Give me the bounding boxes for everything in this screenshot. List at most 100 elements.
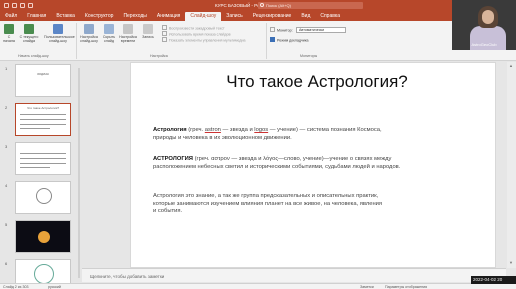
tab-3[interactable]: Вставка [51,12,80,21]
hide-slide-icon [104,24,114,34]
tab-5[interactable]: Переходы [118,12,151,21]
search-input[interactable]: Поиск (Alt+Q) [258,2,363,9]
group-label-start: Начать слайд-шоу [18,54,49,58]
p1-text-c: — учение) — система познания Космоса, [268,127,382,133]
thumbnails-scrollbar[interactable] [78,68,80,278]
custom-show-label: Пользовательское слайд-шоу [44,35,75,43]
language-indicator[interactable]: русский [48,285,61,289]
thumbnail-text-line [20,167,50,168]
monitor-label: Монитор: [270,27,293,34]
divider [266,23,267,59]
editor-scrollbar[interactable]: ▲ ▼ [507,62,516,268]
record-label: Запись [142,35,154,39]
ribbon: С начала С текущего слайда Пользовательс… [0,21,516,61]
slide-thumbnail[interactable]: Что такое Астрология? [15,103,71,136]
p3-line-1: Астрология это знание, а так же группа п… [153,193,379,199]
p2-text: (греч. αστρον — звезда и λόγος—слово, уч… [192,156,392,162]
tab-4[interactable]: Конструктор [80,12,119,21]
thumbnail-title: Что такое Астрология? [26,106,60,110]
from-beginning-label: С начала [3,35,15,43]
slide-number: 3 [5,144,8,149]
tab-8[interactable]: Запись [221,12,247,21]
custom-show-button[interactable]: Пользовательское слайд-шоу [44,24,75,43]
thumbnail-text-line [20,153,66,154]
slide-number: 2 [5,105,8,110]
group-label-setup: Настройка [150,54,168,58]
p1-text-b: — звезда и [220,127,255,133]
tab-1[interactable]: Файл [0,12,22,21]
from-current-slide-button[interactable]: С текущего слайда [18,24,40,43]
undo-icon[interactable] [20,3,25,8]
setup-show-button[interactable]: Настройка слайд-шоу [79,24,99,43]
autosave-icon[interactable] [4,3,9,8]
setup-label: Настройка слайд-шоу [80,35,98,43]
display-settings-button[interactable]: Параметры отображения [385,285,427,289]
p3-line-2: которые занимаются изучением влияния пла… [153,200,383,207]
notes-button[interactable]: Заметки [360,285,374,289]
definition-paragraph-1[interactable]: Астрология (греч. astron — звезда и logo… [153,127,483,142]
notes-placeholder: Щелкните, чтобы добавить заметки [90,274,165,279]
tab-2[interactable]: Главная [22,12,51,21]
term-astrology: Астрология [153,127,187,133]
p1-line-2: природы и человека в их эволюционном дви… [153,134,292,141]
hide-slide-button[interactable]: Скрыть слайд [101,24,117,43]
status-bar: Слайд 2 из 303 русский Заметки Параметры… [0,283,516,289]
slide-thumbnail[interactable]: ЗОДИАК [15,64,71,97]
timestamp-overlay: 2022-04-02 20 [471,276,516,284]
redo-icon[interactable] [28,3,33,8]
tab-9[interactable]: Рецензирование [248,12,297,21]
slide-editor: Что такое Астрология? Астрология (греч. … [82,62,504,268]
from-beginning-button[interactable]: С начала [2,24,16,43]
custom-show-icon [53,24,63,34]
slide-thumbnail[interactable] [15,181,71,214]
notes-pane[interactable]: Щелкните, чтобы добавить заметки [82,268,506,282]
scroll-down-icon[interactable]: ▼ [509,260,513,265]
thumbnail-text-line [20,158,66,159]
thumbnail-text-line [20,114,66,115]
slide-canvas[interactable]: Что такое Астрология? Астрология (греч. … [130,62,496,268]
divider [76,23,77,59]
timer-icon [123,24,133,34]
hide-slide-label: Скрыть слайд [102,35,116,43]
record-button[interactable]: Запись [140,24,156,39]
thumbnail-chart-icon [34,264,54,284]
tab-10[interactable]: Вид [296,12,315,21]
p1-text-a: (греч. [186,127,205,133]
play-current-icon [24,24,34,34]
play-icon [4,24,14,34]
definition-paragraph-3[interactable]: Астрология это знание, а так же группа п… [153,193,493,216]
save-icon[interactable] [12,3,17,8]
thumbnail-text-line [20,124,66,125]
title-bar: КУРС БАЗОВЫЙ - PowerPoint Поиск (Alt+Q) [0,0,516,11]
slide-thumbnails-pane[interactable]: 1 ЗОДИАК 2 Что такое Астрология? 3 4 5 6 [0,62,82,284]
slide-thumbnail[interactable] [15,142,71,175]
tab-11[interactable]: Справка [315,12,345,21]
from-current-label: С текущего слайда [19,35,39,43]
rehearse-timings-button[interactable]: Настройка времени [119,24,137,43]
slide-thumbnail[interactable] [15,259,71,284]
search-placeholder: Поиск (Alt+Q) [266,3,291,8]
slide-title[interactable]: Что такое Астрология? [131,72,495,92]
definition-paragraph-2[interactable]: АСТРОЛОГИЯ (греч. αστρον — звезда и λόγο… [153,156,483,171]
tab-7[interactable]: Слайд-шоу [185,12,222,21]
monitor-select[interactable]: Автоматически [296,27,346,33]
p3-line-3: и события. [153,208,183,215]
presenter-view-checkbox[interactable]: Режим докладчика [270,37,309,44]
slide-number: 6 [5,261,8,266]
ribbon-tabs: Файл Главная Вставка Конструктор Переходы Ани… [0,11,516,21]
powerpoint-window: КУРС БАЗОВЫЙ - PowerPoint Поиск (Alt+Q) … [0,0,516,289]
slide-counter: Слайд 2 из 303 [3,285,29,289]
presenter-face [482,10,494,24]
tab-6[interactable]: Анимация [152,12,185,21]
webcam-label: AstroGeoClub [471,42,497,47]
scroll-up-icon[interactable]: ▲ [509,63,513,68]
p2-line-2: расположением небесных светил и историче… [153,163,401,170]
slide-number: 4 [5,183,8,188]
webcam-overlay: AstroGeoClub [452,0,516,50]
ribbon-checkbox-3[interactable]: Показать элементы управления мультимедиа [162,37,245,44]
thumbnail-text-line [20,119,66,120]
slide-thumbnail[interactable] [15,220,71,253]
rehearse-label: Настройка времени [119,35,137,43]
slide-number: 1 [5,66,8,71]
p1-word-logos: logos [254,127,269,133]
